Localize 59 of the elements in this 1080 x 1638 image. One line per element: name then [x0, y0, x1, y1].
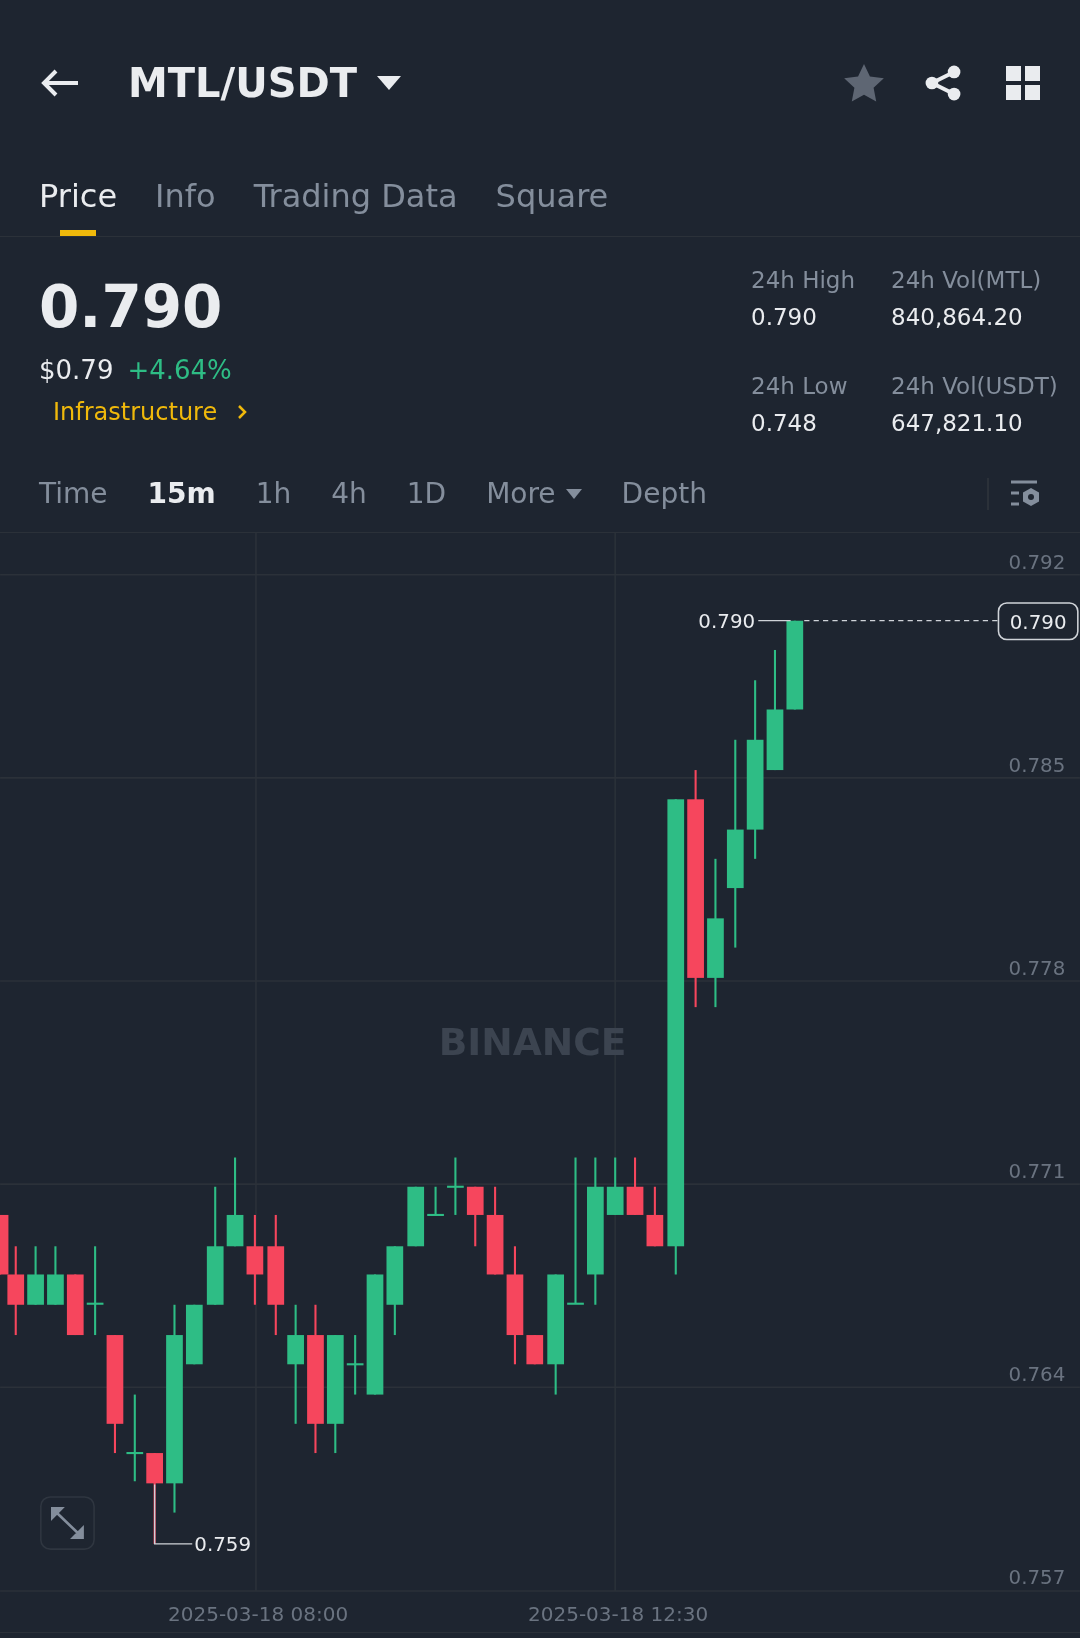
interval-tab[interactable]: 4h	[331, 472, 367, 515]
price-axis-label: 0.778	[1008, 956, 1066, 980]
interval-tab[interactable]: More	[486, 472, 582, 515]
candlestick	[27, 1246, 44, 1305]
current-price-tag: 0.790	[997, 602, 1079, 641]
stat-label: 24h Low	[751, 372, 849, 401]
category-link[interactable]: Infrastructure	[53, 394, 751, 430]
interval-tab[interactable]: Time	[39, 472, 108, 515]
candlestick	[447, 1157, 464, 1215]
leader-line	[154, 1483, 193, 1545]
interval-tab[interactable]: 1h	[255, 472, 292, 515]
time-axis-label: 2025-03-18 08:00	[168, 1601, 349, 1628]
leader-line	[757, 620, 792, 622]
candlestick	[346, 1335, 364, 1395]
stat-label: 24h High	[751, 266, 857, 295]
interval-tab[interactable]: 1D	[406, 472, 447, 515]
caret-down-icon[interactable]	[376, 76, 401, 90]
stat-value: 647,821.10	[891, 408, 1024, 438]
candlestick	[66, 1274, 84, 1336]
share-icon[interactable]	[924, 64, 962, 102]
chevron-right-icon	[237, 404, 248, 420]
candlestick	[427, 1186, 444, 1216]
chart-settings-icon[interactable]	[1009, 478, 1041, 509]
last-price: 0.790	[39, 272, 224, 343]
price-axis-label: 0.771	[1008, 1159, 1066, 1183]
grid-icon[interactable]	[1006, 66, 1040, 100]
tab[interactable]: Info	[155, 176, 216, 236]
pair-title[interactable]: MTL/USDT	[128, 53, 357, 113]
price-change: +4.64%	[127, 354, 232, 387]
price-axis-label: 0.792	[1008, 550, 1066, 574]
stat-value: 0.790	[751, 302, 818, 332]
candlestick	[626, 1157, 644, 1215]
candlestick	[466, 1186, 484, 1247]
tab[interactable]: Price	[39, 176, 118, 236]
caret-down-icon	[565, 488, 582, 499]
expand-button[interactable]	[40, 1496, 95, 1550]
time-axis-label: 2025-03-18 12:30	[528, 1601, 709, 1628]
stat-label: 24h Vol(USDT)	[891, 372, 1059, 401]
candlestick	[407, 1186, 425, 1247]
candlestick	[47, 1246, 64, 1305]
star-icon[interactable]	[844, 64, 884, 102]
tab[interactable]: Trading Data	[253, 176, 458, 236]
back-arrow-icon[interactable]	[40, 68, 80, 98]
interval-tab[interactable]: Depth	[621, 472, 707, 515]
candlestick	[606, 1157, 624, 1215]
price-axis-label: 0.785	[1008, 753, 1066, 777]
low-marker-label: 0.759	[194, 1533, 252, 1557]
usd-price: $0.79	[39, 354, 114, 387]
stat-value: 0.748	[751, 408, 818, 438]
candlestick	[185, 1304, 203, 1365]
price-axis-label: 0.757	[1008, 1566, 1066, 1590]
price-axis-label: 0.764	[1008, 1363, 1066, 1386]
candlestick	[646, 1186, 664, 1247]
high-marker-label: 0.790	[698, 610, 756, 634]
stat-value: 840,864.20	[891, 302, 1024, 332]
stat-label: 24h Vol(MTL)	[891, 266, 1043, 295]
candlestick	[526, 1335, 544, 1365]
interval-tab[interactable]: 15m	[147, 472, 216, 515]
tab[interactable]: Square	[495, 176, 609, 236]
